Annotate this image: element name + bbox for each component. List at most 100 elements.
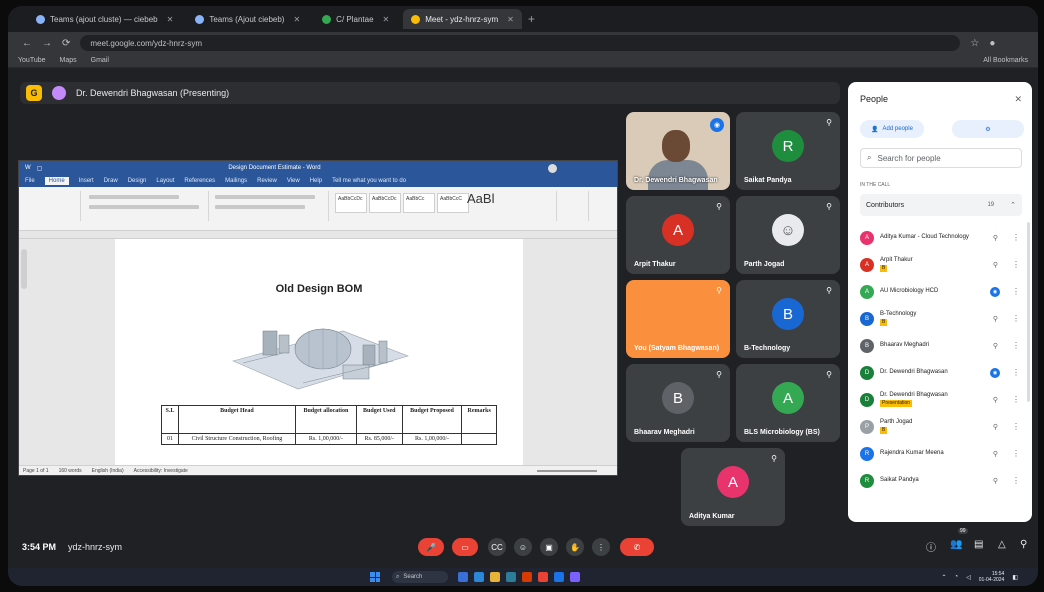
raise-hand-button[interactable]: ✋: [566, 538, 584, 556]
ribbon-tab[interactable]: Design: [128, 178, 147, 184]
participant-row[interactable]: B Bhaarav Meghadri ⚲ ⋮: [860, 332, 1022, 359]
participant-tile[interactable]: B ⚲ Bhaarav Meghadri: [626, 364, 730, 442]
more-vert-icon[interactable]: ⋮: [1012, 368, 1020, 377]
people-icon[interactable]: 👥: [950, 539, 962, 550]
host-controls-button[interactable]: ⚙: [952, 120, 1024, 138]
close-tab-icon[interactable]: ✕: [383, 15, 390, 24]
participant-row[interactable]: R Rajendra Kumar Meena ⚲ ⋮: [860, 440, 1022, 467]
ribbon-tab[interactable]: Mailings: [225, 178, 247, 184]
reload-icon[interactable]: ⟳: [62, 38, 70, 49]
participant-tile[interactable]: ⚲ You (Satyam Bhagwasan): [626, 280, 730, 358]
close-tab-icon[interactable]: ✕: [293, 15, 300, 24]
ribbon-tab[interactable]: References: [184, 178, 215, 184]
contributors-section[interactable]: Contributors 19 ⌃: [860, 194, 1022, 216]
wifi-icon[interactable]: ◔: [955, 574, 959, 580]
chevron-up-icon[interactable]: ⌃: [941, 574, 946, 581]
bookmark-star-icon[interactable]: ☆: [970, 38, 979, 49]
taskbar-clock[interactable]: 15:54 01-04-2024: [979, 571, 1005, 583]
close-tab-icon[interactable]: ✕: [507, 15, 514, 24]
bookmark-item[interactable]: Gmail: [91, 57, 109, 64]
more-vert-icon[interactable]: ⋮: [1012, 449, 1020, 458]
browser-tab[interactable]: Meet - ydz-hnrz-sym ✕: [403, 9, 522, 29]
more-vert-icon[interactable]: ⋮: [1012, 260, 1020, 269]
ribbon-tab[interactable]: Help: [310, 178, 322, 184]
host-controls-icon[interactable]: ⚲: [1020, 539, 1027, 550]
present-button[interactable]: ▣: [540, 538, 558, 556]
participant-row[interactable]: A Aditya Kumar - Cloud Technology ⚲ ⋮: [860, 224, 1022, 251]
participant-row[interactable]: D Dr. Dewendri Bhagwasan ◉ ⋮: [860, 359, 1022, 386]
camera-off-button[interactable]: ▭: [452, 538, 478, 556]
close-tab-icon[interactable]: ✕: [167, 15, 174, 24]
browser-tab[interactable]: C/ Plantae ✕: [314, 9, 397, 29]
participant-tile[interactable]: A ⚲ Arpit Thakur: [626, 196, 730, 274]
more-vert-icon[interactable]: ⋮: [1012, 476, 1020, 485]
participant-row[interactable]: A AU Microbiology HCD ◉ ⋮: [860, 278, 1022, 305]
taskbar-app-icon[interactable]: [458, 572, 468, 582]
taskbar-app-icon[interactable]: [554, 572, 564, 582]
participant-tile[interactable]: B ⚲ B-Technology: [736, 280, 840, 358]
captions-button[interactable]: CC: [488, 538, 506, 556]
taskbar-search[interactable]: ⌕ Search: [392, 571, 448, 583]
more-vert-icon[interactable]: ⋮: [1012, 314, 1020, 323]
add-people-button[interactable]: 👤 Add people: [860, 120, 924, 138]
activities-icon[interactable]: △: [998, 539, 1006, 550]
emoji-button[interactable]: ☺: [514, 538, 532, 556]
more-vert-icon[interactable]: ⋮: [1012, 395, 1020, 404]
people-scrollbar[interactable]: [1027, 222, 1030, 402]
people-search-input[interactable]: ⌕ Search for people: [860, 148, 1022, 168]
ribbon-tab[interactable]: File: [25, 178, 35, 184]
notification-icon[interactable]: ◧: [1012, 574, 1018, 581]
all-bookmarks[interactable]: All Bookmarks: [983, 57, 1028, 64]
taskbar-app-icon[interactable]: [522, 572, 532, 582]
participant-row[interactable]: D Dr. Dewendri Bhagwasan Presentation ⚲ ⋮: [860, 386, 1022, 413]
ribbon-tab[interactable]: Draw: [104, 178, 118, 184]
taskbar-app-icon[interactable]: [490, 572, 500, 582]
browser-tab[interactable]: Teams (ajout cluste) — ciebeb ✕: [28, 9, 181, 29]
zoom-slider[interactable]: [537, 469, 597, 472]
more-vert-icon[interactable]: ⋮: [1012, 287, 1020, 296]
bookmark-item[interactable]: Maps: [60, 57, 77, 64]
style-normal[interactable]: AaBbCcDc: [335, 193, 367, 213]
style-heading1[interactable]: AaBbCc: [403, 193, 435, 213]
participant-row[interactable]: R Saikat Pandya ⚲ ⋮: [860, 467, 1022, 494]
style-no-spacing[interactable]: AaBbCcDc: [369, 193, 401, 213]
taskbar-app-icon[interactable]: [538, 572, 548, 582]
browser-tab[interactable]: Teams (Ajout ciebeb) ✕: [187, 9, 308, 29]
participant-tile[interactable]: ☺ ⚲ Parth Jogad: [736, 196, 840, 274]
more-options-button[interactable]: ⋮: [592, 538, 610, 556]
url-input[interactable]: meet.google.com/ydz-hnrz-sym: [80, 35, 961, 51]
ribbon-tab[interactable]: Insert: [79, 178, 94, 184]
participant-tile[interactable]: ◉ Dr. Dewendri Bhagwasan: [626, 112, 730, 190]
profile-icon[interactable]: ●: [989, 38, 995, 49]
taskbar-app-icon[interactable]: [474, 572, 484, 582]
more-vert-icon[interactable]: ⋮: [1012, 233, 1020, 242]
ribbon-tab[interactable]: Home: [44, 177, 69, 185]
participant-row[interactable]: P Parth Jogad B ⚲ ⋮: [860, 413, 1022, 440]
close-icon[interactable]: ✕: [1014, 94, 1022, 105]
taskbar-app-icon[interactable]: [570, 572, 580, 582]
style-heading2[interactable]: AaBbCcC: [437, 193, 469, 213]
status-accessibility[interactable]: Accessibility: Investigate: [134, 468, 188, 474]
mic-off-button[interactable]: 🎤: [418, 538, 444, 556]
forward-icon[interactable]: →: [42, 38, 52, 49]
info-icon[interactable]: ⓘ: [926, 539, 936, 554]
taskbar-app-icon[interactable]: [506, 572, 516, 582]
participant-tile[interactable]: A ⚲ BLS Microbiology (BS): [736, 364, 840, 442]
ribbon-tab[interactable]: Tell me what you want to do: [332, 178, 406, 184]
windows-start-icon[interactable]: [370, 572, 380, 582]
bookmark-item[interactable]: YouTube: [18, 57, 46, 64]
participant-row[interactable]: B B-Technology B ⚲ ⋮: [860, 305, 1022, 332]
more-vert-icon[interactable]: ⋮: [1012, 422, 1020, 431]
back-icon[interactable]: ←: [22, 38, 32, 49]
participant-tile[interactable]: A ⚲ Aditya Kumar: [681, 448, 785, 526]
more-vert-icon[interactable]: ⋮: [1012, 341, 1020, 350]
participant-row[interactable]: A Arpit Thakur B ⚲ ⋮: [860, 251, 1022, 278]
ribbon-tab[interactable]: Review: [257, 178, 277, 184]
ribbon-tab[interactable]: View: [287, 178, 300, 184]
style-title[interactable]: AaBl: [467, 191, 494, 206]
new-tab-button[interactable]: +: [528, 12, 535, 26]
chat-icon[interactable]: ▤: [974, 539, 983, 550]
leave-call-button[interactable]: ✆: [620, 538, 654, 556]
ribbon-tab[interactable]: Layout: [156, 178, 174, 184]
volume-icon[interactable]: ◁: [966, 574, 971, 581]
